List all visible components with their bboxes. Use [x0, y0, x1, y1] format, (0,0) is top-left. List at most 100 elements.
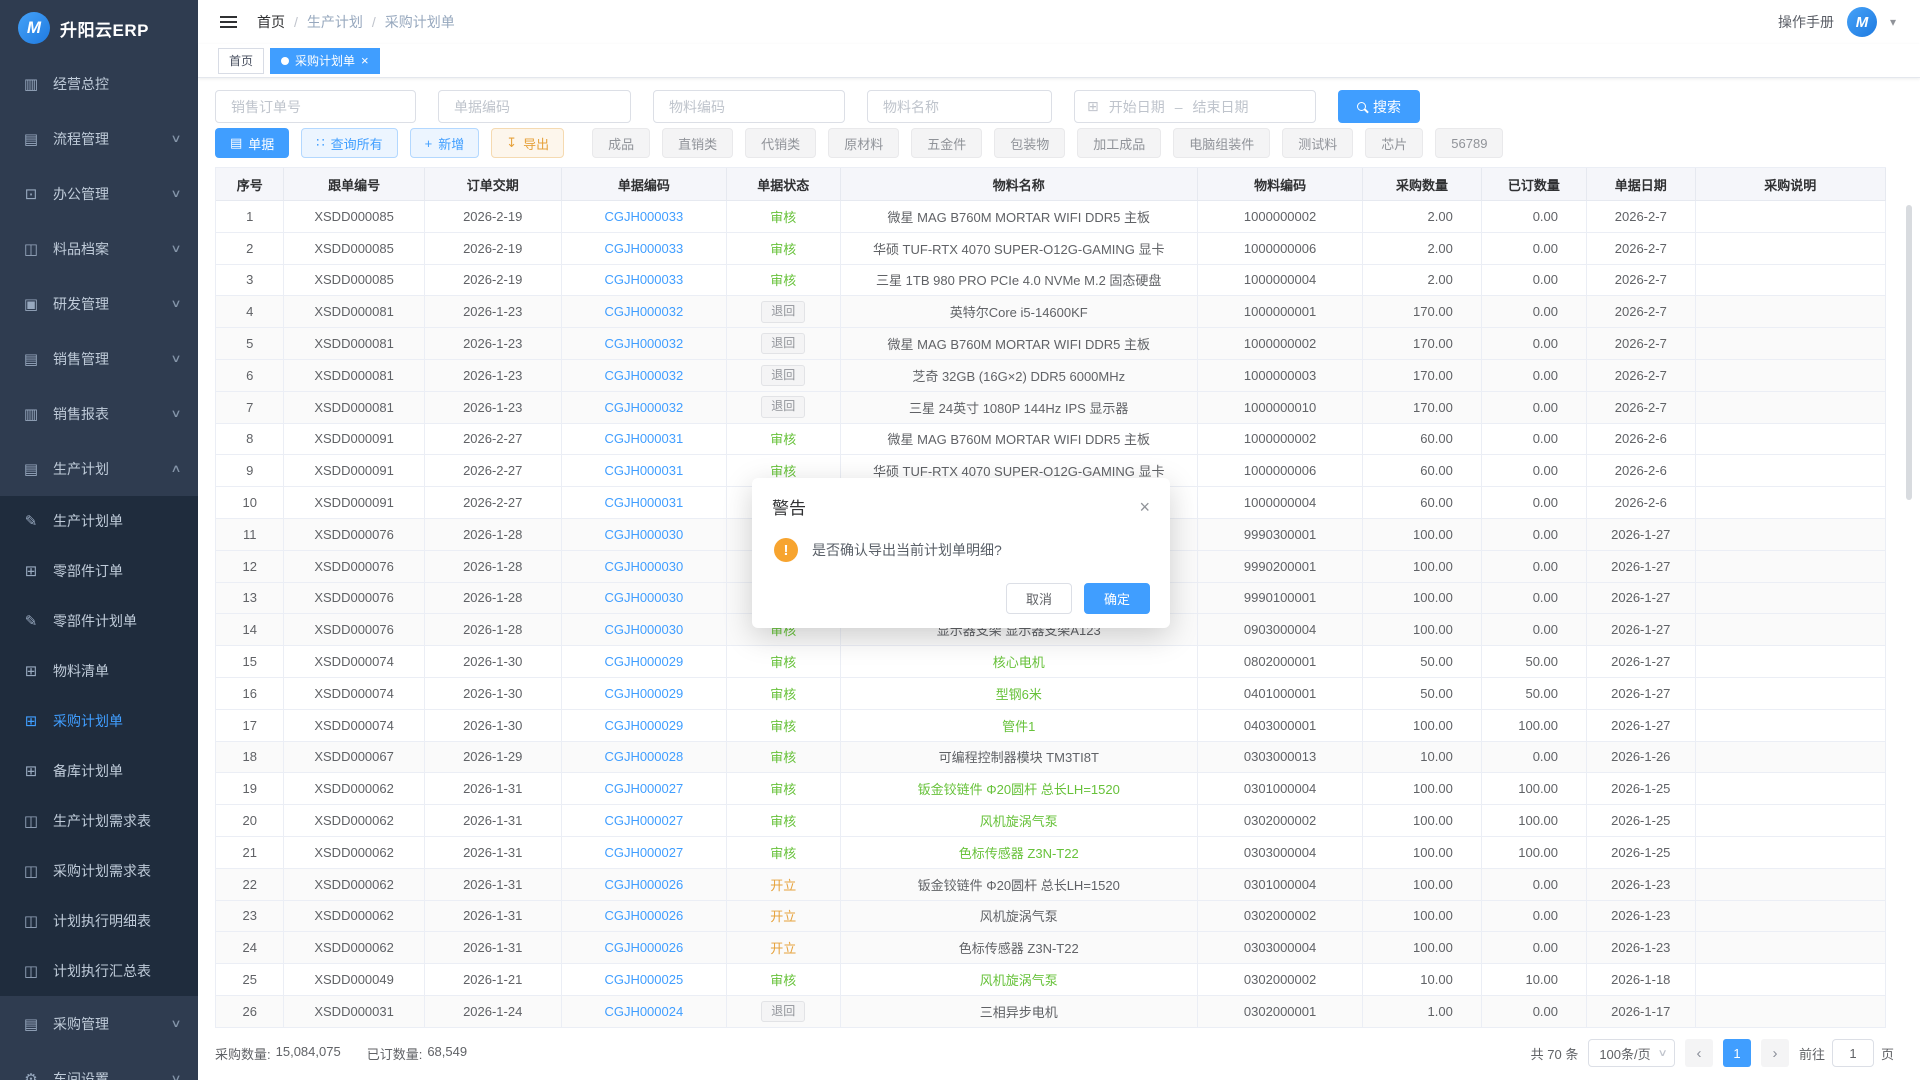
page-scrollbar-thumb[interactable] [1906, 205, 1912, 500]
date-range-input[interactable]: ⊞ 开始日期 – 结束日期 [1074, 90, 1316, 123]
cell-doc-date: 2026-2-7 [1587, 201, 1696, 233]
goto-page-input[interactable] [1832, 1039, 1874, 1067]
category-button[interactable]: 五金件 [911, 128, 982, 158]
add-button[interactable]: + 新增 [410, 128, 480, 158]
sidebar-item-sales-report[interactable]: ▥销售报表∨ [0, 386, 198, 441]
doc-code-link[interactable]: CGJH000030 [604, 622, 683, 637]
cell-track-code: XSDD000085 [284, 233, 424, 265]
doc-code-link[interactable]: CGJH000032 [604, 336, 683, 351]
doc-code-link[interactable]: CGJH000033 [604, 272, 683, 287]
doc-code-link[interactable]: CGJH000027 [604, 813, 683, 828]
sidebar-item-material-list[interactable]: ⊞物料清单 [0, 646, 198, 696]
sidebar-item-purchase-plan-order[interactable]: ⊞采购计划单 [0, 696, 198, 746]
doc-code-link[interactable]: CGJH000029 [604, 686, 683, 701]
sidebar-item-office-mgmt[interactable]: ⊡办公管理∨ [0, 166, 198, 221]
doc-code-link[interactable]: CGJH000025 [604, 972, 683, 987]
sidebar-item-stock-plan-order[interactable]: ⊞备库计划单 [0, 746, 198, 796]
category-button[interactable]: 加工成品 [1077, 128, 1161, 158]
sidebar-item-production-demand-sheet[interactable]: ◫生产计划需求表 [0, 796, 198, 846]
doc-code-link[interactable]: CGJH000028 [604, 749, 683, 764]
category-button[interactable]: 芯片 [1365, 128, 1423, 158]
doc-code-link[interactable]: CGJH000033 [604, 209, 683, 224]
doc-code-link[interactable]: CGJH000030 [604, 527, 683, 542]
doc-code-link[interactable]: CGJH000026 [604, 940, 683, 955]
query-all-button[interactable]: ∷ 查询所有 [301, 128, 397, 158]
search-button[interactable]: 搜索 [1338, 90, 1420, 123]
category-button[interactable]: 成品 [592, 128, 650, 158]
material-name-input[interactable] [867, 90, 1052, 123]
category-button[interactable]: 56789 [1435, 128, 1503, 158]
sidebar-collapse-icon[interactable] [220, 21, 237, 23]
sidebar-item-production-plan[interactable]: ▤生产计划∧ [0, 441, 198, 496]
doc-code-link[interactable]: CGJH000027 [604, 845, 683, 860]
doc-code-input[interactable] [438, 90, 631, 123]
confirm-button[interactable]: 确定 [1084, 583, 1150, 614]
cancel-button[interactable]: 取消 [1006, 583, 1072, 614]
doc-code-link[interactable]: CGJH000032 [604, 400, 683, 415]
page-size-select[interactable]: 100条/页 ∨ [1588, 1039, 1675, 1067]
tab-purchase-plan[interactable]: 采购计划单 × [270, 48, 380, 74]
user-avatar[interactable]: M [1847, 7, 1877, 37]
doc-code-link[interactable]: CGJH000030 [604, 559, 683, 574]
doc-code-link[interactable]: CGJH000032 [604, 304, 683, 319]
doc-code-link[interactable]: CGJH000027 [604, 781, 683, 796]
doc-code-link[interactable]: CGJH000026 [604, 877, 683, 892]
tab-label: 采购计划单 [295, 52, 355, 69]
doc-code-link[interactable]: CGJH000030 [604, 590, 683, 605]
table-row: 3XSDD0000852026-2-19CGJH000033审核三星 1TB 9… [216, 265, 1886, 297]
sidebar-item-business-overview[interactable]: ▥经营总控 [0, 56, 198, 111]
category-button[interactable]: 包装物 [994, 128, 1065, 158]
sidebar-item-parts-order[interactable]: ⊞零部件订单 [0, 546, 198, 596]
grid-icon: ⊞ [22, 662, 40, 680]
sidebar-item-plan-exec-summary-sheet[interactable]: ◫计划执行汇总表 [0, 946, 198, 996]
material-code-input[interactable] [653, 90, 845, 123]
breadcrumb-home[interactable]: 首页 [257, 12, 285, 32]
cell-purchase-qty: 170.00 [1363, 328, 1482, 360]
status-badge: 开立 [770, 906, 796, 925]
doc-code-link[interactable]: CGJH000031 [604, 431, 683, 446]
category-button[interactable]: 电脑组装件 [1173, 128, 1270, 158]
tab-home[interactable]: 首页 [218, 48, 264, 74]
doc-code-link[interactable]: CGJH000031 [604, 495, 683, 510]
sales-order-input[interactable] [215, 90, 416, 123]
sidebar-item-parts-plan-order[interactable]: ✎零部件计划单 [0, 596, 198, 646]
sidebar-item-production-plan-order[interactable]: ✎生产计划单 [0, 496, 198, 546]
page-number-button[interactable]: 1 [1723, 1039, 1751, 1067]
doc-code-link[interactable]: CGJH000029 [604, 718, 683, 733]
category-button[interactable]: 直销类 [662, 128, 733, 158]
sidebar-item-purchase-mgmt[interactable]: ▤采购管理∨ [0, 996, 198, 1051]
column-header: 跟单编号 [284, 168, 424, 201]
category-button[interactable]: 测试料 [1282, 128, 1353, 158]
document-button[interactable]: ▤ 单据 [215, 128, 289, 158]
sidebar-item-purchase-demand-sheet[interactable]: ◫采购计划需求表 [0, 846, 198, 896]
goto-label: 前往 [1799, 1044, 1825, 1063]
sidebar-item-workshop-settings[interactable]: ⚙车间设置∨ [0, 1051, 198, 1080]
breadcrumb-production-plan[interactable]: 生产计划 [307, 12, 363, 32]
category-button[interactable]: 原材料 [828, 128, 899, 158]
doc-code-link[interactable]: CGJH000026 [604, 908, 683, 923]
caret-down-icon[interactable]: ▾ [1890, 15, 1896, 29]
sidebar-item-process-mgmt[interactable]: ▤流程管理∨ [0, 111, 198, 166]
doc-code-link[interactable]: CGJH000031 [604, 463, 683, 478]
export-button[interactable]: ↧ 导出 [491, 128, 564, 158]
sidebar-item-plan-exec-detail-sheet[interactable]: ◫计划执行明细表 [0, 896, 198, 946]
doc-code-link[interactable]: CGJH000024 [604, 1004, 683, 1019]
cell-purchase-qty: 100.00 [1363, 614, 1482, 646]
doc-code-link[interactable]: CGJH000032 [604, 368, 683, 383]
category-button[interactable]: 代销类 [745, 128, 816, 158]
sidebar-item-sales-mgmt[interactable]: ▤销售管理∨ [0, 331, 198, 386]
next-page-button[interactable]: › [1761, 1039, 1789, 1067]
doc-code-link[interactable]: CGJH000029 [604, 654, 683, 669]
sidebar-item-material-archive[interactable]: ◫料品档案∨ [0, 221, 198, 276]
prev-page-button[interactable]: ‹ [1685, 1039, 1713, 1067]
tab-close-icon[interactable]: × [361, 54, 369, 67]
sidebar-item-rnd-mgmt[interactable]: ▣研发管理∨ [0, 276, 198, 331]
cell-purchase-qty: 100.00 [1363, 932, 1482, 964]
cell-track-code: XSDD000091 [284, 487, 424, 519]
doc-code-link[interactable]: CGJH000033 [604, 241, 683, 256]
cell-seq: 10 [216, 487, 284, 519]
dialog-close-icon[interactable]: × [1139, 498, 1150, 516]
cell-doc-date: 2026-1-25 [1587, 773, 1696, 805]
manual-link[interactable]: 操作手册 [1778, 12, 1834, 32]
materials-icon: ◫ [22, 240, 40, 258]
